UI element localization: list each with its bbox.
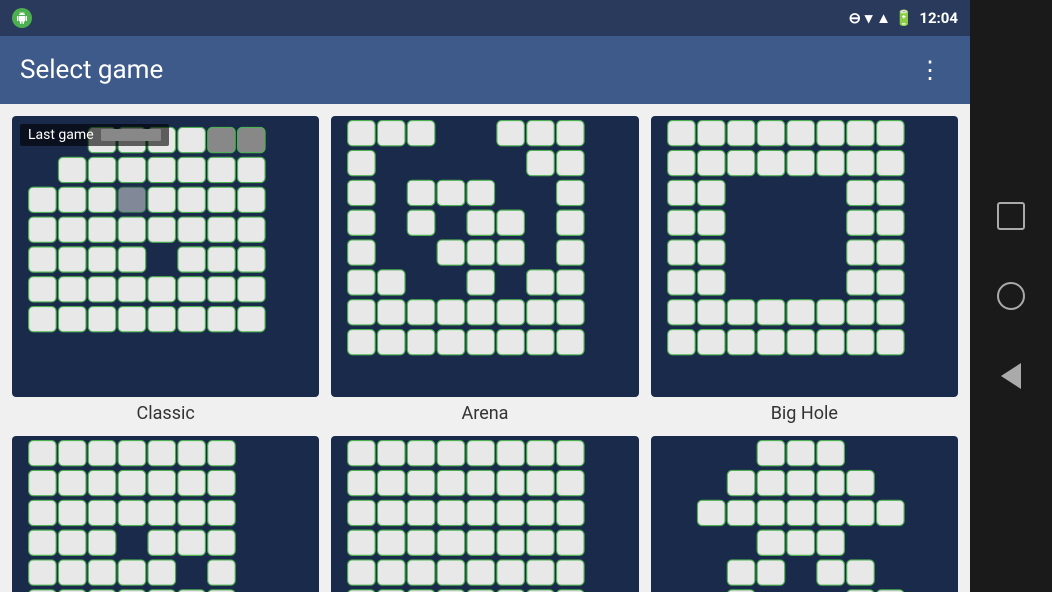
games-grid: Last game bbox=[0, 104, 970, 592]
bighole-label: Big Hole bbox=[771, 403, 838, 424]
status-right: ⊖ ▾ ▲ 🔋 12:04 bbox=[849, 9, 958, 27]
square-icon bbox=[997, 202, 1025, 230]
classic-grid-svg bbox=[12, 116, 289, 369]
game-thumbnail-full bbox=[331, 436, 638, 592]
time: 12:04 bbox=[919, 9, 958, 27]
game-thumbnail-classic: Last game bbox=[12, 116, 319, 397]
game-thumbnail-arena bbox=[331, 116, 638, 397]
signal-icons: ⊖ ▾ ▲ 🔋 bbox=[849, 9, 914, 27]
full-grid-svg bbox=[331, 436, 608, 592]
circle-icon bbox=[997, 282, 1025, 310]
android-icon bbox=[12, 8, 32, 28]
recent-apps-button[interactable] bbox=[991, 196, 1031, 236]
status-bar: ⊖ ▾ ▲ 🔋 12:04 bbox=[0, 0, 970, 36]
game-item-full[interactable] bbox=[331, 436, 638, 592]
game-thumbnail-bighole bbox=[651, 116, 958, 397]
app-bar: Select game ⋮ bbox=[0, 36, 970, 104]
back-icon bbox=[1001, 363, 1021, 389]
game-item-spiral[interactable] bbox=[12, 436, 319, 592]
game-item-arena[interactable]: Arena bbox=[331, 116, 638, 424]
status-left bbox=[12, 8, 32, 28]
cross-grid-svg bbox=[651, 436, 928, 592]
back-button[interactable] bbox=[991, 356, 1031, 396]
last-game-badge: Last game bbox=[20, 124, 169, 146]
game-item-classic[interactable]: Last game bbox=[12, 116, 319, 424]
more-options-button[interactable]: ⋮ bbox=[910, 48, 950, 92]
page-title: Select game bbox=[20, 55, 163, 85]
side-navigation bbox=[970, 0, 1052, 592]
game-thumbnail-spiral bbox=[12, 436, 319, 592]
arena-label: Arena bbox=[462, 403, 509, 424]
bighole-grid-svg bbox=[651, 116, 928, 369]
game-item-cross[interactable] bbox=[651, 436, 958, 592]
phone-screen: ⊖ ▾ ▲ 🔋 12:04 Select game ⋮ Last game bbox=[0, 0, 970, 592]
arena-grid-svg bbox=[331, 116, 608, 369]
game-item-bighole[interactable]: Big Hole bbox=[651, 116, 958, 424]
spiral-grid-svg bbox=[12, 436, 289, 592]
classic-label: Classic bbox=[137, 403, 195, 424]
game-thumbnail-cross bbox=[651, 436, 958, 592]
home-button[interactable] bbox=[991, 276, 1031, 316]
